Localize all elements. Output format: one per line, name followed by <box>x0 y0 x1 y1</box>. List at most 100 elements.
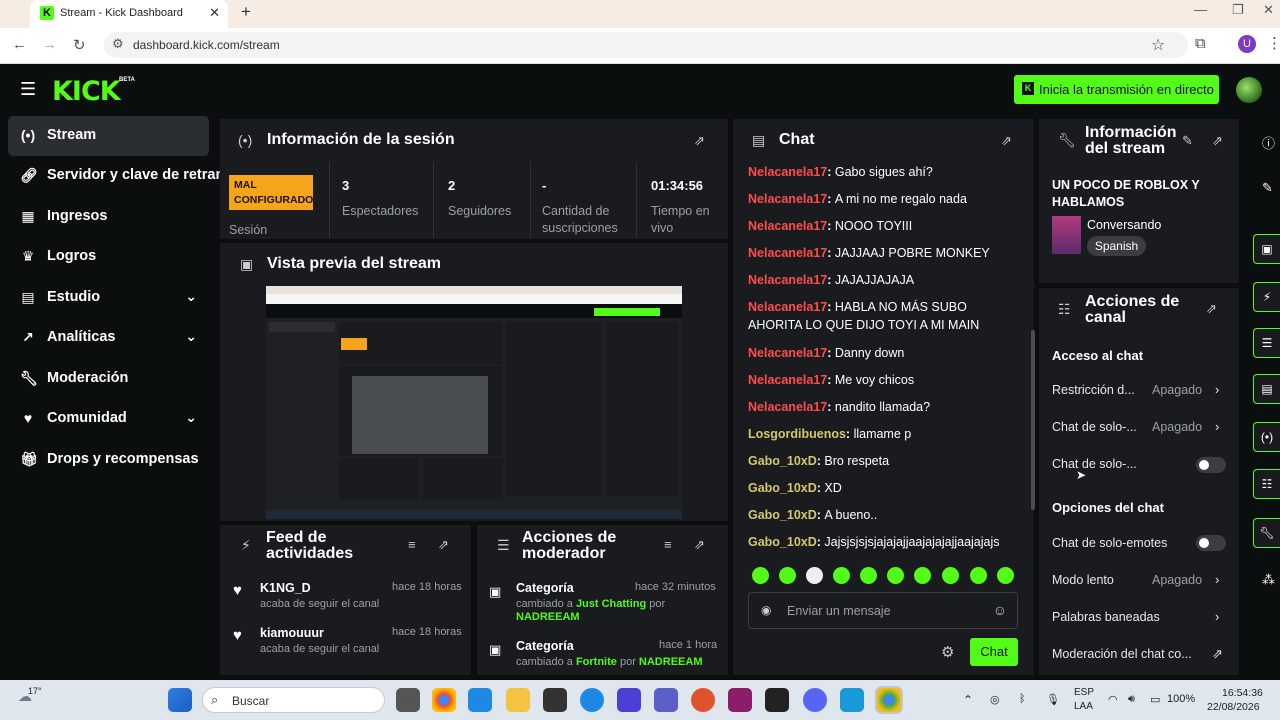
rail-broadcast-icon[interactable]: (•) <box>1253 422 1280 452</box>
emote-icon[interactable] <box>914 567 931 584</box>
edge-icon[interactable] <box>468 688 492 712</box>
wifi-icon[interactable]: ◠ <box>1108 693 1118 706</box>
app-icon[interactable] <box>728 688 752 712</box>
popout-icon[interactable]: ⇗ <box>1001 133 1012 149</box>
popout-icon[interactable]: ⇗ <box>438 537 449 553</box>
chat-username[interactable]: Nelacanela17 <box>748 373 827 387</box>
rail-actions-icon[interactable]: ☷ <box>1253 469 1280 499</box>
chrome-active-icon[interactable] <box>875 686 903 714</box>
sidebar-item-ingresos[interactable]: ▦ Ingresos <box>8 197 209 237</box>
app-icon[interactable] <box>691 688 715 712</box>
new-tab-icon[interactable]: + <box>241 2 251 22</box>
windows-start-icon[interactable] <box>168 688 192 712</box>
emote-icon[interactable] <box>833 567 850 584</box>
help-icon[interactable] <box>580 688 604 712</box>
category-link[interactable]: Fortnite <box>576 656 617 668</box>
chat-username[interactable]: Nelacanela17 <box>748 219 827 233</box>
rail-bolt-icon[interactable]: ⚡︎ <box>1253 282 1280 312</box>
share-icon[interactable]: ⁂ <box>1262 572 1275 588</box>
back-icon[interactable]: ← <box>12 36 27 53</box>
chat-scrollbar[interactable] <box>1031 330 1035 510</box>
edit-icon[interactable]: ✎ <box>1262 180 1273 196</box>
toggle-switch[interactable] <box>1196 535 1226 551</box>
emoji-icon[interactable]: ☺ <box>993 602 1007 618</box>
chat-username[interactable]: Nelacanela17 <box>748 192 827 206</box>
emote-icon[interactable] <box>887 567 904 584</box>
emote-icon[interactable] <box>806 567 823 584</box>
rail-list-icon[interactable]: ☰ <box>1253 328 1280 358</box>
rail-screen-icon[interactable]: ▣ <box>1253 234 1280 264</box>
volume-icon[interactable]: 🔊︎ <box>1128 693 1135 706</box>
sidebar-item-server[interactable]: 🔗︎ Servidor y clave de retransmisión <box>8 156 222 196</box>
chat-input[interactable]: ◉ Enviar un mensaje ☺ <box>748 592 1018 629</box>
chat-username[interactable]: Gabo_10xD <box>748 454 817 468</box>
reload-icon[interactable]: ↻ <box>73 36 86 54</box>
category-name[interactable]: Conversando <box>1087 218 1161 232</box>
popout-icon[interactable]: ⇗ <box>694 537 705 553</box>
popout-icon[interactable]: ⇗ <box>1206 301 1217 317</box>
popout-icon[interactable]: ⇗ <box>694 133 705 149</box>
chat-username[interactable]: Gabo_10xD <box>748 508 817 522</box>
chat-username[interactable]: Nelacanela17 <box>748 165 827 179</box>
sidebar-item-analiticas[interactable]: ↗ Analíticas ⌄ <box>8 318 209 358</box>
emote-icon[interactable] <box>860 567 877 584</box>
bluetooth-icon[interactable]: ᛒ <box>1019 693 1026 705</box>
tray-app-icon[interactable]: ◎ <box>990 693 1000 706</box>
edit-icon[interactable]: ✎ <box>1182 133 1193 149</box>
task-view-icon[interactable] <box>396 688 420 712</box>
battery-icon[interactable]: ▭ <box>1150 693 1160 706</box>
info-icon[interactable]: ⓘ <box>1262 133 1275 152</box>
discord-icon[interactable] <box>803 688 827 712</box>
bookmark-star-icon[interactable]: ☆ <box>1151 35 1165 55</box>
emote-icon[interactable] <box>970 567 987 584</box>
rail-chat-icon[interactable]: ▤ <box>1253 374 1280 404</box>
chat-username[interactable]: Losgordibuenos <box>748 427 846 441</box>
emote-icon[interactable] <box>752 567 769 584</box>
send-chat-button[interactable]: Chat <box>970 638 1018 666</box>
user-link[interactable]: NADREEAM <box>516 611 580 623</box>
chat-username[interactable]: Nelacanela17 <box>748 273 827 287</box>
emote-icon[interactable] <box>779 567 796 584</box>
clock-time[interactable]: 16:54:36 <box>1222 687 1263 699</box>
kick-logo[interactable]: KICK <box>52 76 121 107</box>
toggle-switch[interactable] <box>1196 457 1226 473</box>
chat-username[interactable]: Nelacanela17 <box>748 346 827 360</box>
minimize-icon[interactable]: — <box>1194 2 1207 17</box>
sidebar-item-comunidad[interactable]: ♥ Comunidad ⌄ <box>8 399 209 439</box>
chat-settings-icon[interactable]: ⚙ <box>941 643 954 661</box>
language-code[interactable]: ESP <box>1074 687 1094 698</box>
sidebar-item-estudio[interactable]: ▤ Estudio ⌄ <box>8 278 209 318</box>
category-link[interactable]: Just Chatting <box>576 598 646 610</box>
rail-wrench-icon[interactable]: 🔧︎ <box>1253 518 1280 548</box>
follower-name[interactable]: K1NG_D <box>260 581 311 595</box>
browser-tab[interactable]: K Stream - Kick Dashboard ✕ <box>30 0 228 28</box>
url-field[interactable]: ⚙ dashboard.kick.com/stream <box>104 32 1188 58</box>
chat-username[interactable]: Nelacanela17 <box>748 246 827 260</box>
sidebar-item-stream[interactable]: (•) Stream <box>8 116 209 156</box>
hamburger-menu-icon[interactable]: ☰ <box>20 79 36 100</box>
close-tab-icon[interactable]: ✕ <box>209 5 220 21</box>
chat-username[interactable]: Gabo_10xD <box>748 535 817 549</box>
sidebar-item-moderacion[interactable]: 🔧︎ Moderación <box>8 359 209 399</box>
filter-icon[interactable]: ≡ <box>408 537 416 552</box>
taskbar-search[interactable]: ⌕ Buscar <box>202 687 385 713</box>
tray-expand-icon[interactable]: ⌃ <box>963 693 973 707</box>
sidebar-item-logros[interactable]: ♛ Logros <box>8 237 209 277</box>
browser-menu-icon[interactable]: ⋮ <box>1267 34 1280 52</box>
app-icon[interactable] <box>765 688 789 712</box>
user-avatar[interactable] <box>1236 77 1262 103</box>
extensions-icon[interactable]: ⧉ <box>1195 35 1206 52</box>
stream-preview-video[interactable] <box>266 286 682 519</box>
popout-icon[interactable]: ⇗ <box>1212 133 1223 149</box>
app-icon[interactable] <box>617 688 641 712</box>
filter-icon[interactable]: ≡ <box>664 537 672 552</box>
chat-username[interactable]: Nelacanela17 <box>748 400 827 414</box>
app-icon[interactable] <box>840 688 864 712</box>
user-link[interactable]: NADREEAM <box>639 656 703 668</box>
profile-avatar[interactable]: U <box>1238 35 1256 53</box>
close-window-icon[interactable]: ✕ <box>1263 2 1274 18</box>
forward-icon[interactable]: → <box>42 36 57 53</box>
chat-username[interactable]: Nelacanela17 <box>748 300 827 314</box>
microphone-icon[interactable]: 🎙︎ <box>1046 693 1060 706</box>
teams-icon[interactable] <box>654 688 678 712</box>
